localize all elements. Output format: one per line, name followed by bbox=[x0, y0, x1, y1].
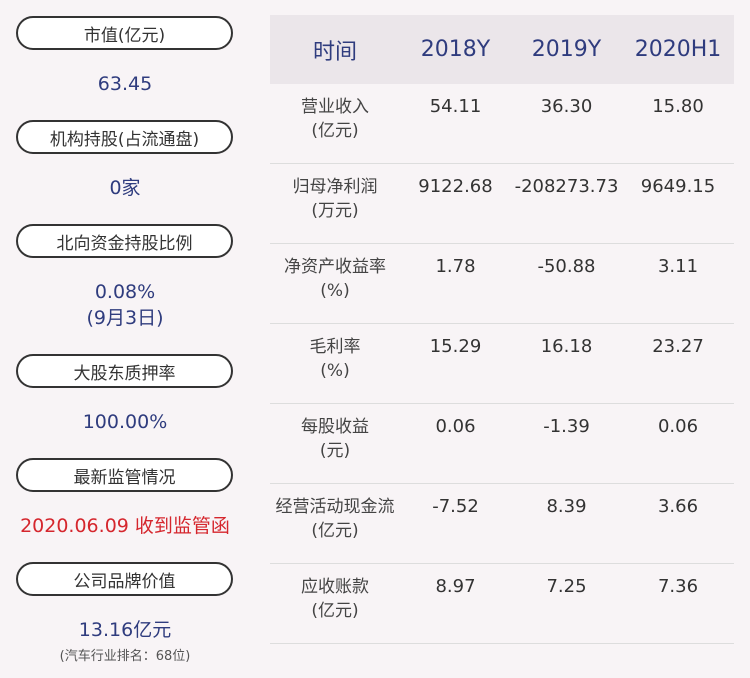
row-unit: (万元) bbox=[311, 201, 359, 221]
cell-2018: 8.97 bbox=[435, 576, 476, 597]
row-label: 经营活动现金流 bbox=[275, 497, 395, 517]
financials-table: 时间 2018Y 2019Y 2020H1 营业收入 (亿元) 54.11 36.… bbox=[270, 15, 734, 644]
header-2018: 2018Y bbox=[420, 37, 491, 62]
row-label: 每股收益 bbox=[301, 417, 369, 437]
cell-2019: 36.30 bbox=[540, 96, 593, 117]
row-unit: (元) bbox=[319, 441, 351, 461]
table-header: 时间 2018Y 2019Y 2020H1 bbox=[270, 15, 734, 84]
row-unit: (%) bbox=[320, 361, 350, 381]
cell-2018: 54.11 bbox=[429, 96, 482, 117]
cell-2020h1: 3.66 bbox=[657, 496, 699, 517]
cell-2019: -50.88 bbox=[537, 256, 596, 277]
row-unit: (亿元) bbox=[311, 121, 359, 141]
header-time: 时间 bbox=[312, 39, 357, 65]
row-label: 营业收入 bbox=[301, 97, 369, 117]
cell-2020h1: 9649.15 bbox=[640, 176, 716, 197]
cell-2020h1: 7.36 bbox=[657, 576, 699, 597]
table-row: 归母净利润 (万元) 9122.68 -208273.73 9649.15 bbox=[270, 164, 734, 244]
brand-rank-note: (汽车行业排名：68位) bbox=[59, 649, 191, 664]
cell-2019: -1.39 bbox=[543, 416, 590, 437]
cell-2019: 7.25 bbox=[546, 576, 587, 597]
row-unit: (亿元) bbox=[311, 601, 359, 621]
pledge-rate-value: 100.00% bbox=[82, 411, 168, 433]
cell-2019: 8.39 bbox=[546, 496, 587, 517]
header-2019: 2019Y bbox=[531, 37, 602, 62]
northbound-ratio-date: (9月3日) bbox=[86, 307, 164, 329]
regulation-value: 2020.06.09 收到监管函 bbox=[20, 515, 230, 537]
regulation-label: 最新监管情况 bbox=[16, 458, 233, 492]
market-cap-label: 市值(亿元) bbox=[16, 16, 233, 50]
table-row: 应收账款 (亿元) 8.97 7.25 7.36 bbox=[270, 564, 734, 644]
header-2020h1: 2020H1 bbox=[634, 37, 722, 62]
table-row: 毛利率 (%) 15.29 16.18 23.27 bbox=[270, 324, 734, 404]
northbound-ratio-label: 北向资金持股比例 bbox=[16, 224, 233, 258]
brand-value-value: 13.16亿元 bbox=[78, 619, 172, 641]
row-unit: (亿元) bbox=[311, 521, 359, 541]
table-row: 净资产收益率 (%) 1.78 -50.88 3.11 bbox=[270, 244, 734, 324]
cell-2018: 1.78 bbox=[435, 256, 476, 277]
table-row: 营业收入 (亿元) 54.11 36.30 15.80 bbox=[270, 84, 734, 164]
cell-2020h1: 0.06 bbox=[657, 416, 699, 437]
row-label: 归母净利润 bbox=[292, 177, 378, 197]
cell-2020h1: 3.11 bbox=[657, 256, 699, 277]
pledge-rate-label: 大股东质押率 bbox=[16, 354, 233, 388]
row-label: 毛利率 bbox=[309, 337, 361, 357]
brand-value-label: 公司品牌价值 bbox=[16, 562, 233, 596]
institutional-holding-label: 机构持股(占流通盘) bbox=[16, 120, 233, 154]
row-label: 净资产收益率 bbox=[284, 257, 386, 277]
left-summary-panel: 市值(亿元) 63.45 机构持股(占流通盘) 0家 北向资金持股比例 0.08… bbox=[0, 0, 250, 678]
row-unit: (%) bbox=[320, 281, 350, 301]
cell-2018: 9122.68 bbox=[418, 176, 493, 197]
cell-2020h1: 23.27 bbox=[652, 336, 704, 357]
cell-2018: 15.29 bbox=[429, 336, 482, 357]
cell-2019: 16.18 bbox=[540, 336, 593, 357]
cell-2020h1: 15.80 bbox=[652, 96, 704, 117]
cell-2019: -208273.73 bbox=[514, 176, 619, 197]
table-row: 每股收益 (元) 0.06 -1.39 0.06 bbox=[270, 404, 734, 484]
northbound-ratio-value: 0.08% bbox=[94, 281, 156, 303]
cell-2018: 0.06 bbox=[435, 416, 476, 437]
table-row: 经营活动现金流 (亿元) -7.52 8.39 3.66 bbox=[270, 484, 734, 564]
market-cap-value: 63.45 bbox=[97, 73, 153, 95]
cell-2018: -7.52 bbox=[432, 496, 479, 517]
row-label: 应收账款 bbox=[301, 577, 369, 597]
institutional-holding-value: 0家 bbox=[109, 177, 141, 199]
